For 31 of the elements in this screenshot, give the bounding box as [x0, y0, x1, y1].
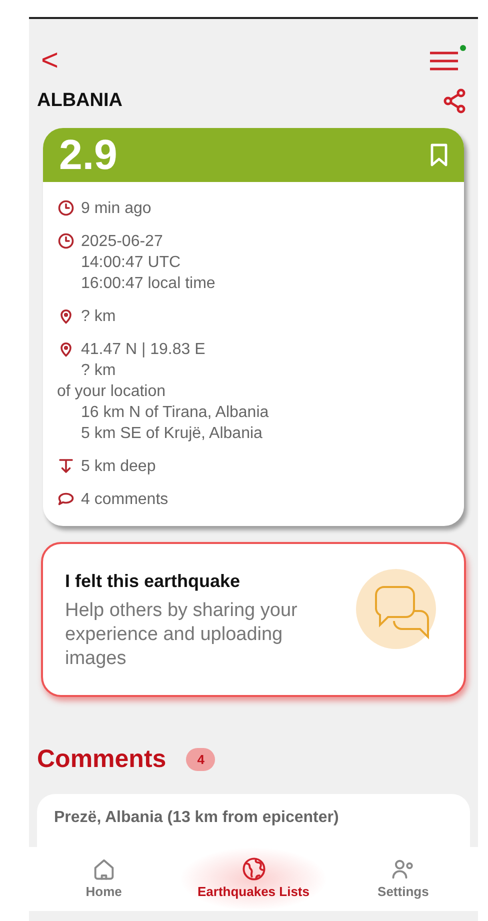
region-title: ALBANIA — [37, 89, 122, 113]
detail-text: 16:00:47 local time — [81, 274, 216, 294]
share-button[interactable] — [443, 88, 467, 114]
bookmark-button[interactable] — [430, 142, 448, 166]
detail-text: 41.47 N | 19.83 E — [81, 340, 206, 360]
detail-text: of your location — [57, 382, 167, 402]
detail-text: 4 comments — [81, 490, 168, 510]
detail-text: ? km — [81, 306, 116, 326]
comments-heading: Comments — [37, 744, 166, 774]
detail-text: ? km — [81, 360, 117, 380]
bookmark-icon — [430, 142, 448, 166]
felt-earthquake-card[interactable]: I felt this earthquake Help others by sharing your experience and uploading images — [41, 542, 466, 696]
share-icon — [443, 88, 467, 114]
depth-arrow-icon — [57, 456, 75, 474]
clock-icon — [57, 198, 75, 216]
detail-text: 14:00:47 UTC — [81, 252, 182, 272]
comment-count-badge: 4 — [186, 748, 216, 771]
felt-title: I felt this earthquake — [65, 570, 242, 593]
globe-icon — [240, 856, 266, 882]
magnitude-value: 2.9 — [59, 134, 118, 176]
detail-text: 5 km SE of Krujë, Albania — [80, 424, 264, 444]
nav-tab[interactable]: Settings — [328, 847, 478, 911]
detail-text: 16 km N of Tirana, Albania — [80, 402, 270, 422]
nav-tab[interactable]: Home — [29, 847, 179, 911]
felt-description: Help others by sharing your experience and uploading images — [65, 598, 298, 670]
detail-text: 9 min ago — [81, 198, 152, 218]
clock-icon — [57, 232, 75, 250]
back-button[interactable]: < — [41, 46, 59, 76]
detail-text: 2025-06-27 — [81, 232, 164, 252]
comment-location: Prezë, Albania (13 km from epicenter) — [54, 809, 339, 826]
detail-text: 5 km deep — [81, 456, 156, 476]
